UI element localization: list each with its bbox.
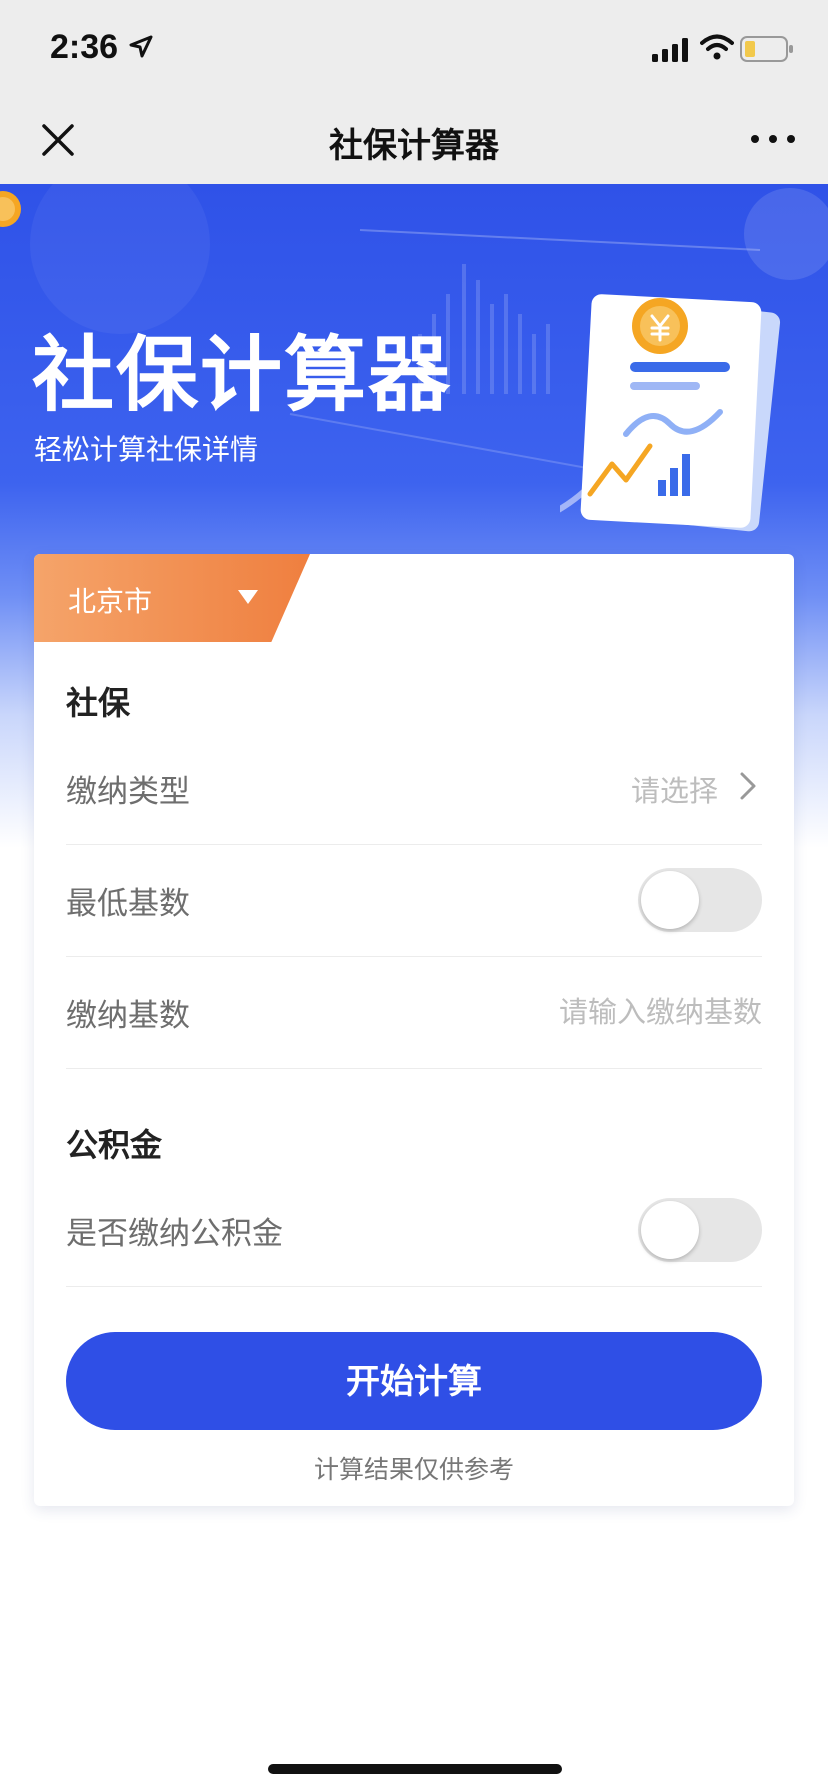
section-title-housing-fund: 公积金 <box>66 1126 163 1164</box>
section-title-social-security: 社保 <box>66 684 131 722</box>
page-title: 社保计算器 <box>329 126 499 166</box>
city-selector[interactable]: 北京市 <box>34 554 310 642</box>
payment-type-select[interactable]: 请选择 <box>631 768 718 810</box>
triangle-down-icon <box>238 590 258 604</box>
status-time: 2:36 <box>50 28 119 66</box>
minimum-base-row: 最低基数 <box>66 844 762 957</box>
cellular-signal-icon <box>652 38 688 62</box>
wifi-icon <box>700 34 734 60</box>
banner-title: 社保计算器 <box>32 328 453 423</box>
more-dots-icon[interactable] <box>748 132 798 146</box>
disclaimer-text: 计算结果仅供参考 <box>313 1455 514 1484</box>
payment-base-input[interactable] <box>462 984 762 1040</box>
payment-base-label: 缴纳基数 <box>66 998 190 1034</box>
payment-type-row[interactable]: 缴纳类型 请选择 <box>66 732 762 845</box>
pay-fund-row: 是否缴纳公积金 <box>66 1174 762 1287</box>
home-indicator[interactable] <box>268 1764 562 1774</box>
toggle-knob <box>641 1201 699 1259</box>
start-calculate-button[interactable]: 开始计算 <box>66 1332 762 1430</box>
location-arrow-icon <box>129 35 153 58</box>
minimum-base-label: 最低基数 <box>66 886 190 922</box>
battery-low-icon <box>740 36 793 62</box>
coin-icon <box>0 191 21 227</box>
toggle-knob <box>641 871 699 929</box>
city-label: 北京市 <box>68 585 153 618</box>
payment-type-label: 缴纳类型 <box>66 774 190 810</box>
pay-fund-label: 是否缴纳公积金 <box>66 1216 283 1252</box>
pay-fund-toggle[interactable] <box>638 1198 762 1262</box>
chevron-right-icon <box>740 772 756 800</box>
payment-base-row: 缴纳基数 <box>66 956 762 1069</box>
minimum-base-toggle[interactable] <box>638 868 762 932</box>
status-bar: 2:36 <box>0 0 828 96</box>
banner-subtitle: 轻松计算社保详情 <box>34 433 259 466</box>
document-chart-coin-illustration <box>560 294 781 532</box>
calculator-card: 北京市 社保 缴纳类型 请选择 最低基数 缴纳基数 公积金 是否缴纳公积金 开始… <box>34 554 794 1506</box>
nav-bar: 社保计算器 <box>0 96 828 184</box>
